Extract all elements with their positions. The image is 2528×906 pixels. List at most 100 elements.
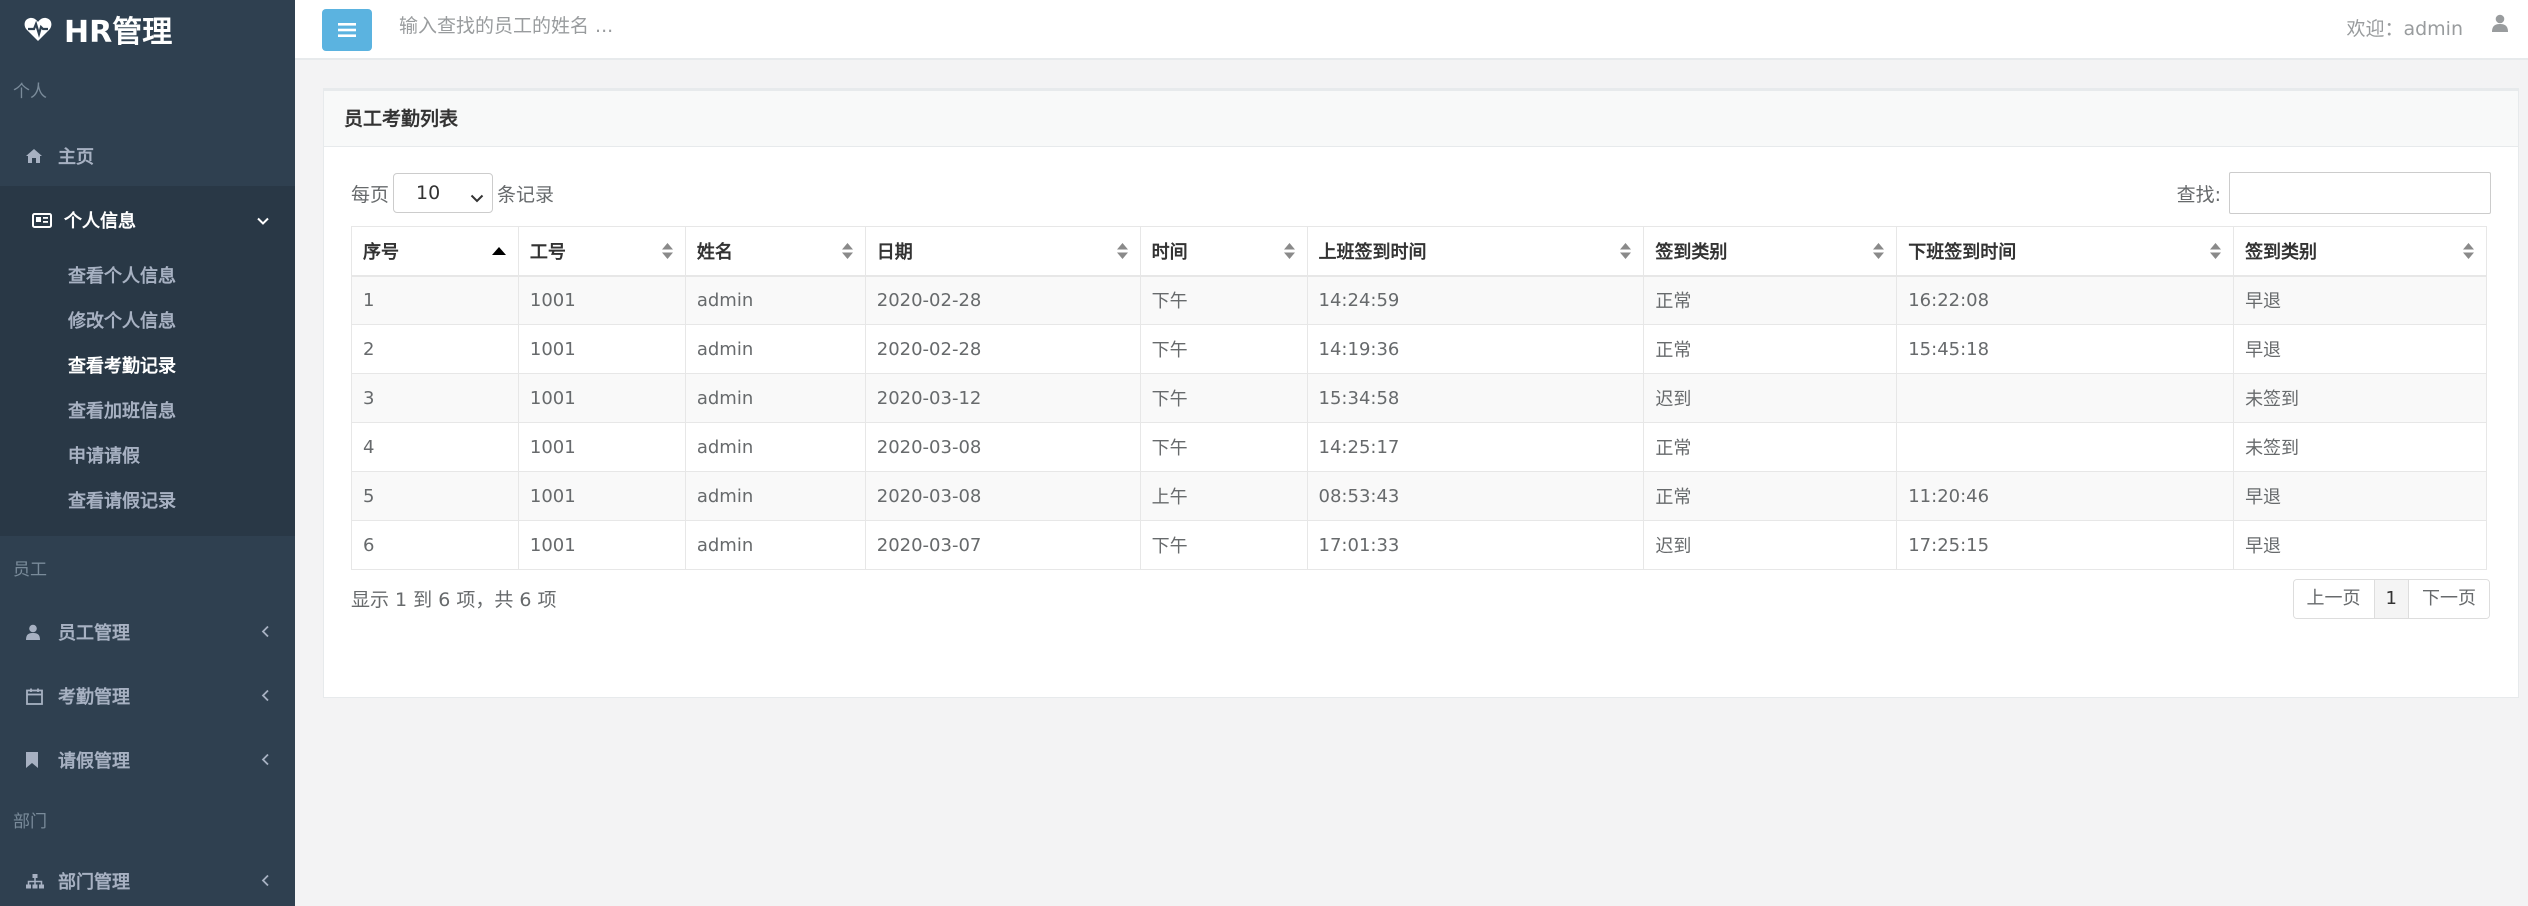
table-row: 6 1001 admin 2020-03-07 下午 17:01:33 迟到 17:25:15… <box>351 520 2487 570</box>
prev-page-button[interactable]: 上一页 <box>2293 580 2375 618</box>
sort-icon <box>841 242 853 259</box>
sidebar-subitem-leave-records[interactable]: 查看请假记录 <box>0 479 295 524</box>
section-label-personal: 个人 <box>13 82 47 102</box>
column-header-label: 签到类别 <box>2245 241 2318 263</box>
section-label-staff: 员工 <box>13 560 47 580</box>
table-cell: 08:53:43 <box>1306 471 1645 521</box>
sidebar-item-label: 主页 <box>58 147 94 168</box>
sidebar-item-label: 员工管理 <box>58 623 130 644</box>
bookmark-icon <box>26 752 46 768</box>
table-search-input[interactable] <box>2229 172 2491 214</box>
user-icon[interactable] <box>2492 14 2508 37</box>
table-cell: 4 <box>351 422 519 472</box>
column-header[interactable]: 下班签到时间 <box>1896 226 2235 277</box>
sidebar-item-staff-management[interactable]: 员工管理 <box>0 604 295 660</box>
sidebar-subitem-edit-profile[interactable]: 修改个人信息 <box>0 299 295 344</box>
table-cell: 2020-03-07 <box>864 520 1141 570</box>
table-filter: 查找: <box>2177 171 2491 215</box>
table-cell: 下午 <box>1139 275 1308 325</box>
table-cell: 2020-02-28 <box>864 275 1141 325</box>
calendar-icon <box>26 688 46 705</box>
table-cell: 14:25:17 <box>1306 422 1645 472</box>
sidebar-group-personal-info: 个人信息 查看个人信息 修改个人信息 查看考勤记录 查看加班信息 申请请假 查看… <box>0 186 295 536</box>
table-cell: 正常 <box>1643 275 1898 325</box>
table-cell <box>1896 422 2235 472</box>
table-cell: 2020-03-12 <box>864 373 1141 423</box>
column-header-label: 签到类别 <box>1655 241 1728 263</box>
per-page-prefix: 每页 <box>351 183 390 206</box>
column-header[interactable]: 日期 <box>864 226 1141 277</box>
table-row: 3 1001 admin 2020-03-12 下午 15:34:58 迟到 未签到 <box>351 373 2487 423</box>
table-cell: 14:24:59 <box>1306 275 1645 325</box>
sidebar-toggle-button[interactable] <box>322 9 372 51</box>
table-header-row: 序号 工号 姓名 日期 时间 上班签到时间 签到类别 下班签到时间 签到类别 <box>351 226 2487 277</box>
table-cell: 15:45:18 <box>1896 324 2235 374</box>
table-cell: 早退 <box>2233 471 2487 521</box>
table-cell: 1 <box>351 275 519 325</box>
sort-icon <box>1873 242 1885 259</box>
user-icon <box>26 624 46 640</box>
table-row: 1 1001 admin 2020-02-28 下午 14:24:59 正常 16:22:08… <box>351 275 2487 325</box>
column-header-label: 时间 <box>1151 241 1188 263</box>
column-header[interactable]: 时间 <box>1139 226 1308 277</box>
table-cell: 17:01:33 <box>1306 520 1645 570</box>
table-info: 显示 1 到 6 项，共 6 项 <box>351 589 557 611</box>
table-cell: 正常 <box>1643 471 1898 521</box>
table-cell: 6 <box>351 520 519 570</box>
table-cell: 2020-03-08 <box>864 422 1141 472</box>
page-length-control: 每页 10 条记录 <box>351 171 554 215</box>
attendance-table: 序号 工号 姓名 日期 时间 上班签到时间 签到类别 下班签到时间 签到类别 1 1001 admi… <box>351 226 2487 570</box>
table-cell: 14:19:36 <box>1306 324 1645 374</box>
next-page-button[interactable]: 下一页 <box>2409 580 2489 618</box>
table-cell <box>1896 373 2235 423</box>
table-cell: admin <box>684 520 866 570</box>
home-icon <box>26 149 46 163</box>
table-cell: admin <box>684 422 866 472</box>
table-cell: 2020-03-08 <box>864 471 1141 521</box>
sidebar-item-attendance-management[interactable]: 考勤管理 <box>0 660 295 732</box>
column-header[interactable]: 序号 <box>351 226 519 277</box>
sidebar-subitem-attendance-records[interactable]: 查看考勤记录 <box>0 344 295 389</box>
table-cell: 1001 <box>517 275 686 325</box>
column-header-label: 日期 <box>876 241 913 263</box>
sidebar-subitem-view-profile[interactable]: 查看个人信息 <box>0 254 295 299</box>
sort-icon <box>2463 242 2474 259</box>
table-cell: 16:22:08 <box>1896 275 2235 325</box>
page-length-select[interactable]: 10 <box>393 173 494 213</box>
table-cell: 11:20:46 <box>1896 471 2235 521</box>
sort-icon <box>1620 242 1632 259</box>
column-header[interactable]: 签到类别 <box>1643 226 1898 277</box>
column-header[interactable]: 工号 <box>517 226 686 277</box>
table-cell: 1001 <box>517 520 686 570</box>
sidebar-subitem-apply-leave[interactable]: 申请请假 <box>0 434 295 479</box>
table-cell: 2020-02-28 <box>864 324 1141 374</box>
table-cell: 下午 <box>1139 373 1308 423</box>
page-button-1[interactable]: 1 <box>2374 580 2409 618</box>
table-cell: 3 <box>351 373 519 423</box>
table-body: 1 1001 admin 2020-02-28 下午 14:24:59 正常 16:22:08… <box>351 275 2487 570</box>
sidebar-item-leave-management[interactable]: 请假管理 <box>0 732 295 788</box>
sort-icon <box>1283 242 1295 259</box>
column-header[interactable]: 签到类别 <box>2233 226 2487 277</box>
column-header[interactable]: 姓名 <box>684 226 866 277</box>
sidebar-subitem-overtime-info[interactable]: 查看加班信息 <box>0 389 295 434</box>
panel-title: 员工考勤列表 <box>324 91 2518 147</box>
table-cell: 1001 <box>517 373 686 423</box>
table-cell: 下午 <box>1139 324 1308 374</box>
table-cell: 下午 <box>1139 520 1308 570</box>
sidebar-item-personal-info[interactable]: 个人信息 <box>0 186 295 254</box>
table-cell: 未签到 <box>2233 422 2487 472</box>
sidebar-item-label: 请假管理 <box>58 751 130 772</box>
column-header-label: 姓名 <box>696 241 733 263</box>
column-header[interactable]: 上班签到时间 <box>1306 226 1645 277</box>
sidebar-item-department-management[interactable]: 部门管理 <box>0 856 295 906</box>
app-logo[interactable]: HR管理 <box>0 0 295 58</box>
employee-search-input[interactable] <box>397 10 997 42</box>
sidebar-item-label: 部门管理 <box>58 872 130 893</box>
chevron-down-icon <box>257 210 269 231</box>
table-row: 2 1001 admin 2020-02-28 下午 14:19:36 正常 15:45:18… <box>351 324 2487 374</box>
table-cell: 迟到 <box>1643 520 1898 570</box>
sidebar-item-home[interactable]: 主页 <box>0 126 295 186</box>
id-card-icon <box>32 212 52 228</box>
table-cell: 下午 <box>1139 422 1308 472</box>
